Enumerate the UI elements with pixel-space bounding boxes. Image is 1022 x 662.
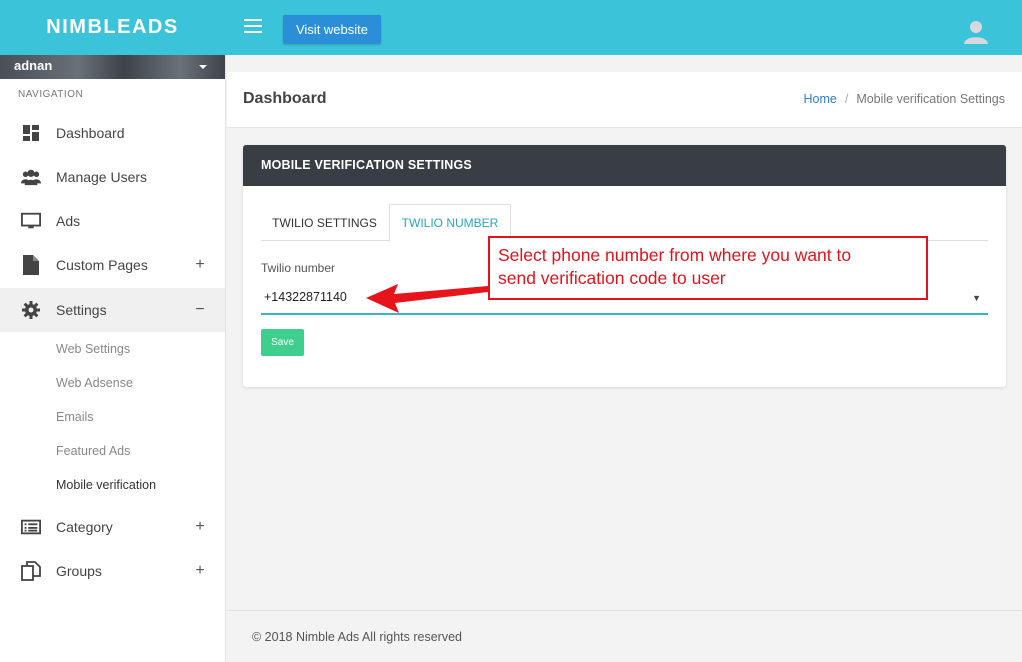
nav-section-title: NAVIGATION (18, 89, 84, 100)
breadcrumb-home-link[interactable]: Home (803, 92, 836, 106)
sidebar-item-manage-users[interactable]: Manage Users (0, 155, 225, 199)
file-icon (21, 255, 41, 275)
users-icon (21, 167, 41, 187)
annotation-arrow-icon (366, 284, 488, 313)
menu-toggle-icon[interactable] (244, 19, 262, 35)
expand-icon[interactable]: + (194, 562, 206, 580)
top-bar: NIMBLEADS Visit website (0, 0, 1022, 55)
footer: © 2018 Nimble Ads All rights reserved (227, 610, 1022, 662)
sidebar-item-label: Groups (56, 563, 102, 579)
submenu-item-web-settings[interactable]: Web Settings (56, 342, 130, 356)
dashboard-icon (21, 123, 41, 143)
sidebar-item-label: Category (56, 519, 113, 535)
submenu-item-mobile-verification[interactable]: Mobile verification (56, 478, 156, 492)
dropdown-caret-icon: ▼ (972, 293, 981, 303)
user-avatar-icon[interactable] (963, 18, 989, 44)
annotation-line-2: send verification code to user (498, 268, 726, 288)
annotation-line-1: Select phone number from where you want … (498, 245, 852, 265)
twilio-number-label: Twilio number (261, 261, 336, 275)
card-title: MOBILE VERIFICATION SETTINGS (243, 145, 1006, 186)
user-menu[interactable]: adnan (0, 55, 225, 79)
sidebar-item-dashboard[interactable]: Dashboard (0, 111, 225, 155)
visit-website-button[interactable]: Visit website (283, 15, 381, 44)
submenu-item-web-adsense[interactable]: Web Adsense (56, 376, 133, 390)
sidebar-item-settings[interactable]: Settings − (0, 288, 225, 332)
annotation-callout: Select phone number from where you want … (488, 236, 928, 300)
user-name: adnan (14, 58, 53, 73)
expand-icon[interactable]: + (194, 518, 206, 536)
copyright-text: © 2018 Nimble Ads All rights reserved (252, 630, 463, 644)
page-title: Dashboard (243, 90, 327, 107)
sidebar-item-label: Manage Users (56, 169, 148, 185)
expand-icon[interactable]: + (194, 256, 206, 274)
sidebar-item-label: Ads (56, 213, 81, 229)
sidebar-item-label: Custom Pages (56, 257, 148, 273)
tab-twilio-settings[interactable]: TWILIO SETTINGS (261, 204, 388, 241)
list-icon (21, 517, 41, 537)
save-button[interactable]: Save (261, 329, 304, 356)
submenu-item-emails[interactable]: Emails (56, 410, 94, 424)
page-header: Dashboard Home / Mobile verification Set… (227, 72, 1022, 128)
sidebar-item-label: Dashboard (56, 125, 125, 141)
sidebar: adnan NAVIGATION Dashboard Manage Users … (0, 55, 226, 662)
selected-number: +14322871140 (264, 290, 347, 304)
caret-down-icon (199, 65, 207, 69)
sidebar-item-category[interactable]: Category + (0, 505, 225, 549)
gear-icon (21, 300, 41, 320)
sidebar-item-custom-pages[interactable]: Custom Pages + (0, 243, 225, 287)
sidebar-item-label: Settings (56, 302, 107, 318)
breadcrumb: Home / Mobile verification Settings (803, 92, 1005, 106)
breadcrumb-separator: / (844, 92, 849, 106)
sidebar-item-ads[interactable]: Ads (0, 199, 225, 243)
sidebar-item-groups[interactable]: Groups + (0, 549, 225, 593)
brand-logo[interactable]: NIMBLEADS (0, 0, 225, 55)
monitor-icon (21, 211, 41, 231)
copy-icon (21, 561, 41, 581)
submenu-item-featured-ads[interactable]: Featured Ads (56, 444, 130, 458)
breadcrumb-current: Mobile verification Settings (856, 92, 1005, 106)
collapse-icon[interactable]: − (194, 301, 206, 319)
